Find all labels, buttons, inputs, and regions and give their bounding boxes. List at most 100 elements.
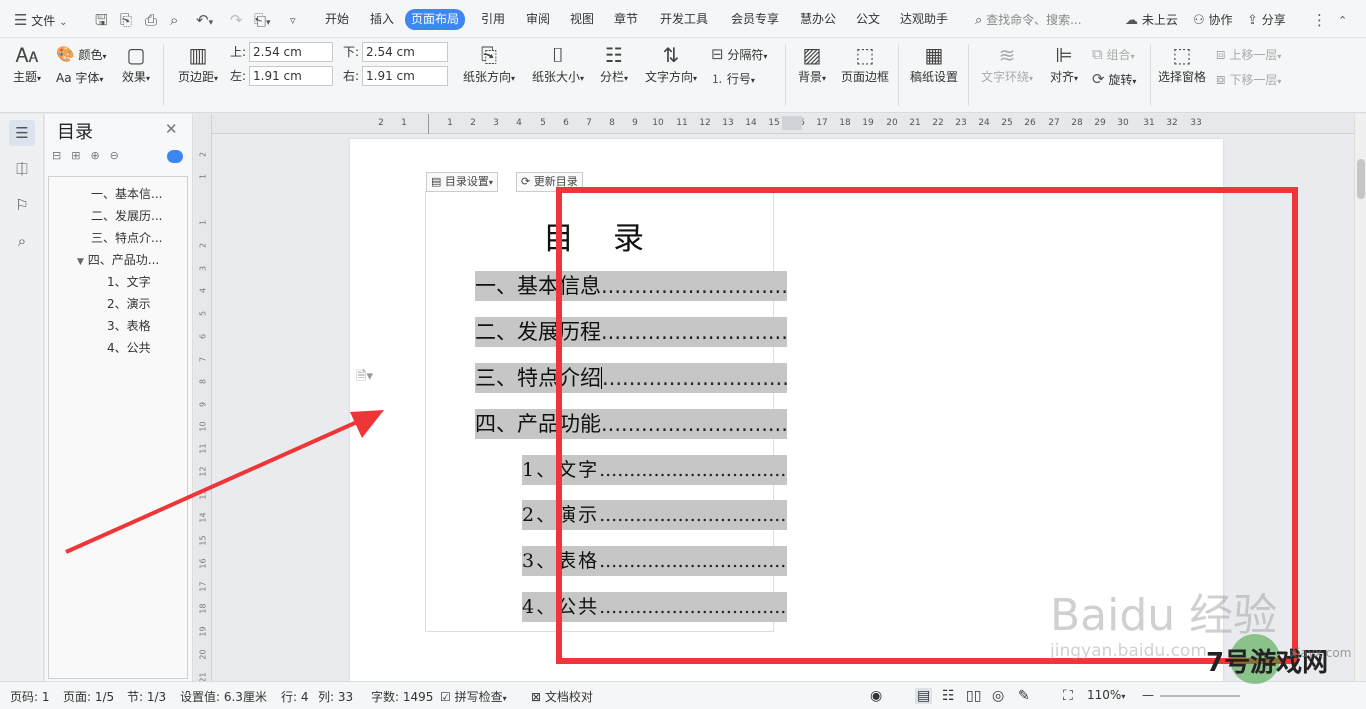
vertical-scrollbar[interactable] (1354, 114, 1366, 681)
paper-size-button[interactable]: ⌷ 纸张大小▾ (529, 42, 587, 85)
ribbon-page-layout: 🗛 主题▾ 🎨 颜色▾ Aa 字体▾ ▢ 效果▾ ▥ 页边距▾ 上: 2.54 … (0, 38, 1366, 113)
zoom-level[interactable]: 110%▾ (1087, 688, 1125, 702)
toc-item[interactable]: 一、基本信... (91, 185, 183, 202)
text-direction-button[interactable]: ⇅ 文字方向▾ (642, 42, 700, 85)
tab-member[interactable]: 会员专享 (725, 9, 785, 30)
bring-forward-button[interactable]: ⧈ 上移一层▾ (1216, 44, 1281, 64)
tab-view[interactable]: 视图 (564, 9, 600, 30)
line-numbers-button[interactable]: ⒈ 行号▾ (711, 69, 755, 89)
group-button[interactable]: ⧉ 组合▾ (1092, 44, 1135, 64)
toc-item[interactable]: 3、表格 (107, 317, 151, 334)
status-page-number[interactable]: 页码: 1 (10, 688, 50, 705)
tab-stop-marker[interactable] (782, 116, 802, 130)
more-options-button[interactable]: ⋮ (1312, 10, 1327, 30)
web-view-icon[interactable]: ◎ (992, 688, 1004, 704)
tab-developer[interactable]: 开发工具 (654, 9, 714, 30)
outline-view-icon[interactable]: ☷ (942, 688, 955, 704)
effects-button[interactable]: ▢ 效果▾ (118, 42, 154, 85)
command-search[interactable]: ⌕ 查找命令、搜索... (975, 10, 1110, 30)
reading-view-icon[interactable]: ▯▯ (966, 688, 981, 704)
send-backward-button[interactable]: ⧇ 下移一层▾ (1216, 69, 1281, 89)
tab-page-layout[interactable]: 页面布局 (405, 9, 466, 30)
document-page[interactable]: ▤ 目录设置▾ ⟳ 更新目录 目 录 一、基本信息...............… (350, 139, 1298, 681)
scrollbar-thumb[interactable] (1357, 159, 1365, 199)
toc-item[interactable]: 4、公共 (107, 339, 151, 356)
margin-right-input[interactable]: 1.91 cm (362, 66, 448, 86)
tab-home[interactable]: 开始 (319, 9, 355, 30)
tab-official-doc[interactable]: 公文 (850, 9, 886, 30)
smart-toc-icon[interactable] (167, 150, 183, 163)
left-margin-marker[interactable] (428, 114, 429, 134)
selection-pane-button[interactable]: ⬚ 选择窗格 (1157, 42, 1207, 85)
breaks-button[interactable]: ⊟ 分隔符▾ (711, 44, 767, 64)
orientation-button[interactable]: ⎘ 纸张方向▾ (460, 42, 518, 85)
paragraph-handle-icon[interactable]: 🗎▾ (356, 367, 373, 389)
text-wrap-button[interactable]: ≋ 文字环绕▾ (978, 42, 1036, 85)
toc-item[interactable]: 二、发展历... (91, 207, 183, 224)
file-menu-button[interactable]: ☰ 文件 ⌄ (14, 10, 68, 30)
margin-left-input[interactable]: 1.91 cm (249, 66, 333, 86)
tab-chapter[interactable]: 章节 (608, 9, 644, 30)
save-button[interactable]: 🖫 (95, 10, 108, 30)
share-button[interactable]: ⇪ 分享 (1247, 10, 1286, 30)
colors-button[interactable]: 🎨 颜色▾ (56, 44, 107, 64)
columns-button[interactable]: ☷ 分栏▾ (598, 42, 630, 85)
ruler-tick: 12 (699, 118, 711, 128)
margin-top-input[interactable]: 2.54 cm (249, 42, 333, 62)
align-button[interactable]: ⊫ 对齐▾ (1048, 42, 1080, 85)
margins-button[interactable]: ▥ 页边距▾ (175, 42, 221, 85)
separator (1150, 44, 1151, 106)
tab-daguan-assistant[interactable]: 达观助手 (894, 9, 954, 30)
status-row[interactable]: 行: 4 (281, 688, 309, 705)
toc-item[interactable]: 2、演示 (107, 295, 151, 312)
print-button[interactable]: ⎙ (145, 10, 157, 30)
zoom-slider[interactable] (1160, 695, 1240, 697)
undo-button[interactable]: ↶▾ (196, 10, 213, 30)
chapter-nav-icon[interactable]: ⎅ (9, 156, 35, 182)
toc-item[interactable]: 三、特点介... (91, 229, 183, 246)
remove-heading-icon[interactable]: ⊖ (110, 149, 129, 162)
bookmark-icon[interactable]: ⚐ (9, 192, 35, 218)
tab-references[interactable]: 引用 (475, 9, 511, 30)
collapse-ribbon-button[interactable]: ⌃ (1338, 10, 1347, 30)
status-word-count[interactable]: 字数: 1495 (371, 688, 433, 705)
add-heading-icon[interactable]: ⊕ (90, 149, 109, 162)
tab-smart-office[interactable]: 慧办公 (794, 9, 842, 30)
tab-review[interactable]: 审阅 (520, 9, 556, 30)
toc-item[interactable]: ▼ 四、产品功... (77, 251, 183, 268)
page-view-icon[interactable]: ▤ (915, 688, 933, 704)
status-section[interactable]: 节: 1/3 (127, 688, 166, 705)
export-pdf-button[interactable]: ⎘ (120, 10, 132, 30)
quick-access-more-button[interactable]: ▿ (290, 10, 296, 30)
toc-nav-icon[interactable]: ☰ (9, 120, 35, 146)
page-border-button[interactable]: ⬚ 页面边框 (840, 42, 890, 85)
search-icon[interactable]: ⌕ (9, 228, 35, 254)
manuscript-settings-button[interactable]: ▦ 稿纸设置 (909, 42, 959, 85)
format-painter-button[interactable]: ⎗▾ (254, 10, 271, 30)
eye-protection-icon[interactable]: ◉ (870, 688, 882, 704)
spell-check-button[interactable]: ☑ 拼写检查▾ (440, 688, 507, 705)
theme-button[interactable]: 🗛 主题▾ (12, 42, 42, 85)
tab-insert[interactable]: 插入 (364, 9, 400, 30)
status-pages[interactable]: 页面: 1/5 (63, 688, 114, 705)
proofread-button[interactable]: ⊠ 文档校对 (531, 688, 593, 705)
collapse-all-icon[interactable]: ⊟ (52, 149, 71, 162)
close-icon[interactable]: ✕ (165, 120, 178, 138)
fonts-button[interactable]: Aa 字体▾ (56, 69, 103, 86)
ruler-tick: 20 (886, 118, 898, 128)
fit-page-icon[interactable]: ⛶ (1063, 688, 1073, 704)
collaborate-button[interactable]: ⚇ 协作 (1193, 10, 1233, 30)
status-column[interactable]: 列: 33 (318, 688, 353, 705)
toc-settings-button[interactable]: ▤ 目录设置▾ (426, 172, 498, 192)
cloud-status-button[interactable]: ☁ 未上云 (1125, 10, 1178, 30)
status-setting[interactable]: 设置值: 6.3厘米 (180, 688, 267, 705)
background-button[interactable]: ▨ 背景▾ (796, 42, 828, 85)
pen-icon[interactable]: ✎ (1018, 688, 1030, 704)
toc-item[interactable]: 1、文字 (107, 273, 151, 290)
margin-bottom-input[interactable]: 2.54 cm (362, 42, 448, 62)
expand-all-icon[interactable]: ⊞ (71, 149, 90, 162)
preview-button[interactable]: ⌕ (170, 10, 178, 30)
zoom-out-button[interactable]: — (1142, 688, 1154, 702)
rotate-button[interactable]: ⟳ 旋转▾ (1092, 69, 1136, 89)
redo-button[interactable]: ↷ (230, 10, 243, 30)
